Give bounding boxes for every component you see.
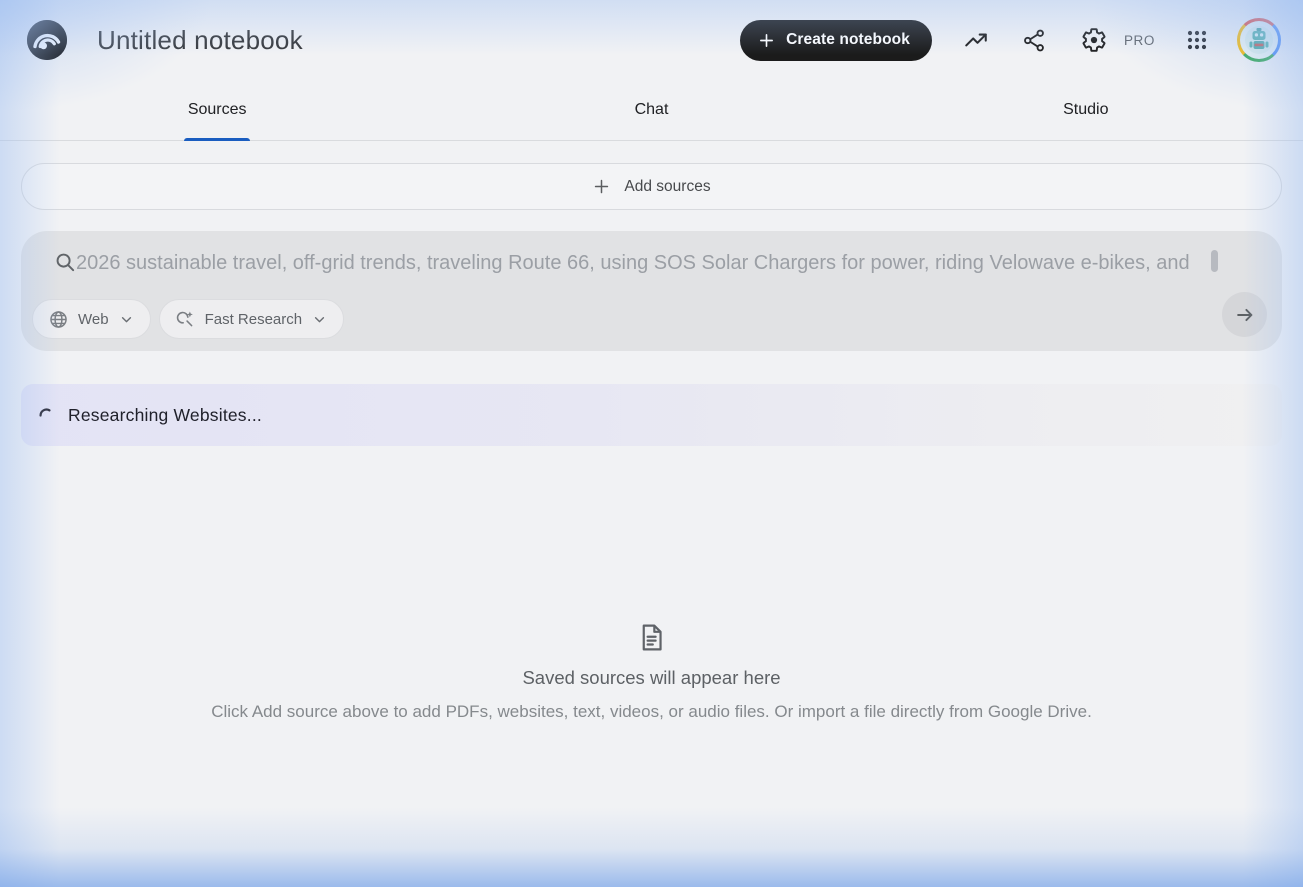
gear-icon (1081, 27, 1107, 53)
pro-badge: PRO (1123, 32, 1155, 48)
trending-up-icon (963, 27, 989, 53)
panel-tabbar: Sources Chat Studio (0, 80, 1303, 141)
create-notebook-label: Create notebook (786, 31, 910, 48)
analytics-button[interactable] (963, 27, 989, 53)
avatar-ring (1237, 18, 1281, 62)
apps-grid-icon (1185, 28, 1209, 52)
status-message: Researching Websites... (68, 404, 262, 425)
research-sparkle-icon (175, 309, 196, 330)
share-icon (1022, 28, 1047, 53)
sources-panel: Add sources Web (0, 163, 1303, 722)
submit-research-button[interactable] (1222, 292, 1267, 337)
spinner-icon (39, 407, 51, 417)
share-button[interactable] (1022, 28, 1047, 53)
empty-state-title: Saved sources will appear here (522, 667, 781, 688)
search-icon (54, 251, 77, 279)
empty-state-description: Click Add source above to add PDFs, webs… (211, 702, 1092, 721)
active-tab-underline (184, 138, 251, 141)
chevron-down-icon (311, 311, 328, 328)
tab-sources[interactable]: Sources (0, 80, 434, 141)
input-scrollbar-thumb[interactable] (1211, 250, 1218, 272)
arrow-right-icon (1234, 304, 1256, 326)
research-query-input[interactable] (76, 247, 1207, 279)
research-status-bar: Researching Websites... (21, 384, 1282, 446)
create-notebook-button[interactable]: Create notebook (740, 19, 932, 61)
tab-chat[interactable]: Chat (434, 80, 868, 140)
tab-chat-label: Chat (634, 101, 669, 118)
globe-icon (48, 309, 69, 330)
app-header: Untitled notebook Create notebook PRO (0, 0, 1303, 80)
header-actions: Create notebook PRO (740, 18, 1281, 62)
document-icon (636, 622, 667, 658)
research-input-box: Web Fast Research (21, 231, 1282, 351)
notebooklm-logo-icon[interactable] (27, 20, 67, 60)
account-avatar[interactable] (1237, 18, 1281, 62)
google-apps-button[interactable] (1185, 28, 1209, 52)
chevron-down-icon (118, 311, 135, 328)
notebook-title[interactable]: Untitled notebook (97, 25, 303, 56)
web-source-chip[interactable]: Web (32, 299, 151, 339)
web-chip-label: Web (78, 310, 109, 328)
add-sources-button[interactable]: Add sources (21, 163, 1282, 210)
plus-icon (592, 177, 611, 196)
avatar-image (1240, 21, 1278, 59)
research-mode-chip[interactable]: Fast Research (158, 299, 345, 339)
settings-button[interactable] (1081, 27, 1107, 53)
tab-studio-label: Studio (1063, 101, 1109, 118)
tab-sources-label: Sources (187, 101, 247, 118)
tab-studio[interactable]: Studio (869, 80, 1303, 140)
research-mode-label: Fast Research (204, 310, 303, 328)
research-options-row: Web Fast Research (32, 299, 345, 339)
plus-icon (758, 32, 775, 49)
sources-empty-state: Saved sources will appear here Click Add… (21, 622, 1282, 722)
add-sources-label: Add sources (624, 177, 711, 195)
